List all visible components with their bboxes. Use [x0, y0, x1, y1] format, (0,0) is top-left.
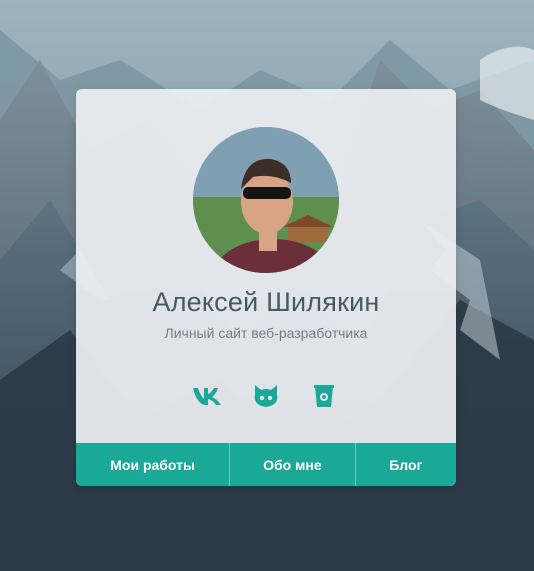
- bottom-nav: Мои работы Обо мне Блог: [76, 443, 456, 486]
- profile-name: Алексей Шилякин: [152, 287, 380, 317]
- vk-icon[interactable]: [192, 380, 224, 412]
- nav-item-about[interactable]: Обо мне: [230, 443, 356, 486]
- nav-item-works[interactable]: Мои работы: [76, 443, 231, 486]
- github-icon[interactable]: [250, 380, 282, 412]
- social-links: [76, 379, 456, 413]
- avatar: [193, 127, 339, 273]
- nav-item-blog[interactable]: Блог: [356, 443, 456, 486]
- profile-card: Алексей Шилякин Личный сайт веб-разработ…: [76, 89, 456, 486]
- bucket-icon[interactable]: [308, 380, 340, 412]
- profile-subtitle: Личный сайт веб-разработчика: [164, 325, 368, 341]
